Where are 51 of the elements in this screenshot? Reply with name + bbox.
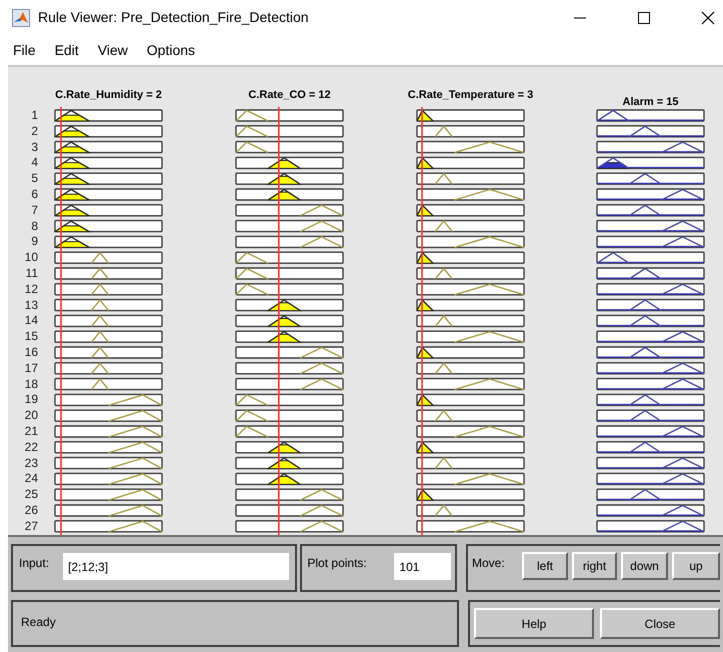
variable-title: C.Rate_Humidity = 2: [55, 88, 162, 102]
rule-number: 10: [24, 250, 38, 264]
rule-number: 6: [31, 186, 38, 201]
variable-title: C.Rate_CO = 12: [248, 88, 331, 102]
rule-number: 21: [24, 424, 38, 438]
input-label: Input:: [19, 555, 50, 572]
rule-number: 17: [24, 360, 38, 375]
variable-title: C.Rate_Temperature = 3: [408, 88, 534, 102]
rule-number: 18: [24, 376, 38, 391]
menu-item[interactable]: Options: [146, 40, 196, 60]
rule-number: 26: [24, 502, 38, 517]
menu-item[interactable]: Edit: [54, 40, 79, 60]
rule-number: 11: [26, 266, 38, 280]
rule-number: 8: [31, 218, 38, 233]
rule-number: 19: [24, 392, 38, 406]
rule-number: 7: [31, 202, 38, 217]
rule-number: 14: [24, 313, 38, 328]
close-icon[interactable]: [701, 10, 715, 24]
rule-number: 3: [31, 140, 38, 154]
rule-number: 5: [31, 171, 38, 186]
window-title: Rule Viewer: Pre_Detection_Fire_Detection: [38, 8, 309, 27]
menu-item[interactable]: File: [13, 40, 36, 60]
dialog-button[interactable]: Close: [600, 608, 720, 639]
rule-number: 1: [31, 108, 38, 122]
menu-item[interactable]: View: [98, 40, 128, 60]
plot-points-field[interactable]: 101: [394, 553, 452, 580]
rule-number: 25: [24, 487, 38, 502]
rule-number: 13: [24, 298, 38, 312]
maximize-icon[interactable]: [637, 10, 651, 24]
rule-number: 20: [24, 408, 38, 422]
move-button[interactable]: left: [522, 552, 568, 580]
rule-number: 24: [24, 471, 38, 486]
rule-number: 4: [31, 155, 38, 170]
move-label: Move:: [472, 555, 506, 572]
plot-points-label: Plot points:: [307, 555, 368, 572]
rule-number: 9: [31, 234, 38, 248]
move-button[interactable]: right: [572, 552, 617, 580]
rule-number: 22: [24, 440, 38, 454]
rule-number: 23: [24, 456, 38, 470]
input-field[interactable]: [2;12;3]: [63, 553, 289, 580]
rule-number: 15: [24, 329, 38, 344]
rule-number: 12: [24, 282, 38, 296]
variable-title: Alarm = 15: [622, 94, 678, 110]
move-button[interactable]: up: [672, 552, 720, 580]
app-icon: [12, 8, 30, 26]
rule-number: 2: [31, 124, 38, 138]
rule-number: 27: [24, 518, 38, 533]
dialog-button[interactable]: Help: [474, 608, 594, 639]
status-text: Ready: [21, 615, 56, 629]
rule-number: 16: [24, 344, 38, 359]
move-button[interactable]: down: [621, 552, 668, 580]
